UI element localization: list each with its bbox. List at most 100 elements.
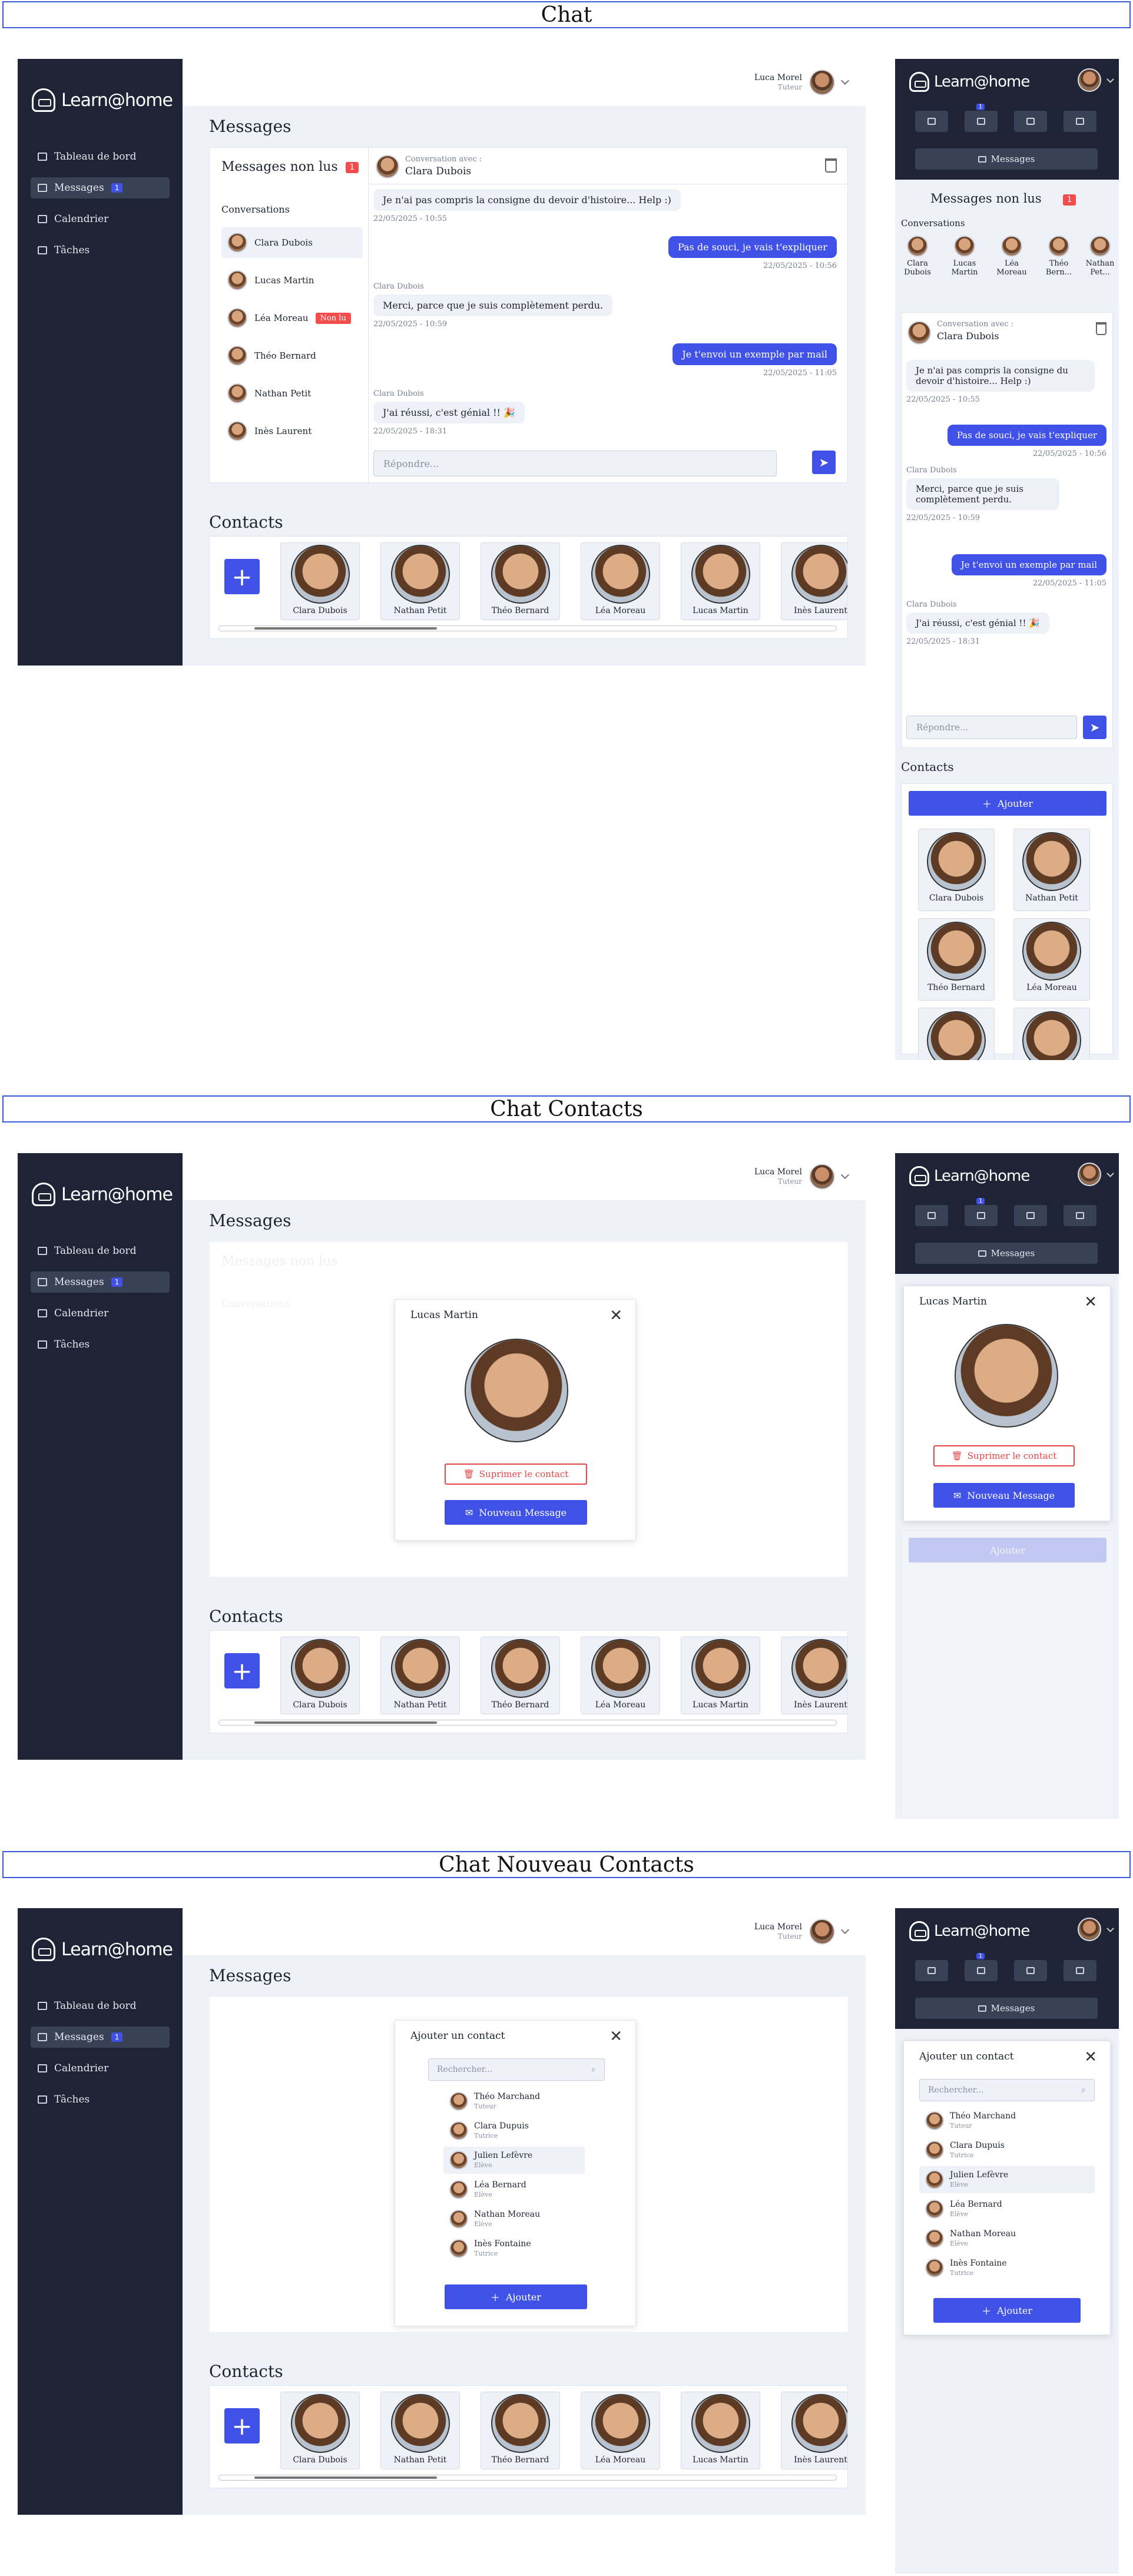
- chevron-down-icon[interactable]: [1107, 1925, 1114, 1932]
- brand-logo[interactable]: Learn@home: [32, 1938, 173, 1961]
- add-button[interactable]: ＋ Ajouter: [933, 2298, 1081, 2323]
- sidebar-item-calendar[interactable]: Calendrier: [31, 2058, 170, 2079]
- chevron-down-icon[interactable]: [1107, 75, 1114, 83]
- add-contact-button[interactable]: +: [224, 1653, 260, 1688]
- calendar-button[interactable]: [1014, 111, 1047, 132]
- brand-logo[interactable]: Learn@home: [909, 1166, 1030, 1186]
- contact-card[interactable]: Nathan Petit: [380, 542, 460, 620]
- contact-card[interactable]: Théo Bernard: [481, 1637, 560, 1714]
- sidebar-item-dashboard[interactable]: Tableau de bord: [31, 1995, 170, 2017]
- conversation-item[interactable]: Lucas Martin: [221, 265, 363, 296]
- contact-card[interactable]: Inès Laurent: [1013, 1008, 1090, 1060]
- sidebar-item-calendar[interactable]: Calendrier: [31, 1303, 170, 1324]
- contact-card[interactable]: Lucas Martin: [681, 2392, 760, 2469]
- add-contact-button[interactable]: ＋ Ajouter: [909, 791, 1107, 816]
- conversation-item[interactable]: Lucas Martin: [948, 236, 981, 277]
- list-item[interactable]: Théo Marchand Tuteur: [443, 2088, 585, 2115]
- tasks-button[interactable]: [1064, 1960, 1096, 1981]
- messages-button[interactable]: 1: [965, 1953, 998, 1981]
- new-message-button[interactable]: ✉ Nouveau Message: [933, 1483, 1075, 1508]
- calendar-button[interactable]: [1014, 1960, 1047, 1981]
- sidebar-item-dashboard[interactable]: Tableau de bord: [31, 1240, 170, 1261]
- calendar-button[interactable]: [1014, 1205, 1047, 1226]
- brand-logo[interactable]: Learn@home: [909, 1921, 1030, 1941]
- avatar[interactable]: [1078, 1163, 1101, 1186]
- conversation-item[interactable]: Clara Dubois: [901, 236, 934, 277]
- sidebar-item-messages[interactable]: Messages 1: [31, 2027, 170, 2048]
- sidebar-item-tasks[interactable]: Tâches: [31, 240, 170, 261]
- chevron-down-icon[interactable]: [840, 76, 850, 85]
- reply-input[interactable]: Répondre...: [906, 716, 1077, 739]
- chevron-down-icon[interactable]: [840, 1170, 850, 1180]
- contact-card[interactable]: Nathan Petit: [1013, 829, 1090, 911]
- close-icon[interactable]: ✕: [1084, 1294, 1097, 1310]
- contact-card[interactable]: Inès Laurent: [781, 2392, 847, 2469]
- search-input[interactable]: Rechercher... ⌕: [428, 2058, 605, 2081]
- contact-card[interactable]: Léa Moreau: [1013, 918, 1090, 1001]
- sidebar-item-messages[interactable]: Messages 1: [31, 1272, 170, 1293]
- mobile-messages-button[interactable]: Messages: [915, 148, 1098, 170]
- conversation-item[interactable]: Nathan Pet...: [1084, 236, 1117, 277]
- user-menu[interactable]: Luca Morel Tuteur: [754, 69, 850, 95]
- conversation-item[interactable]: Clara Dubois: [221, 227, 363, 258]
- horizontal-scrollbar[interactable]: [218, 625, 837, 631]
- avatar[interactable]: [1078, 1918, 1101, 1941]
- contact-card[interactable]: Lucas Martin: [681, 542, 760, 620]
- messages-button[interactable]: 1: [965, 1198, 998, 1226]
- contact-card[interactable]: Lucas Martin: [918, 1008, 995, 1060]
- brand-logo[interactable]: Learn@home: [32, 1183, 173, 1206]
- search-input[interactable]: Rechercher... ⌕: [919, 2079, 1095, 2101]
- contact-card[interactable]: Théo Bernard: [918, 918, 995, 1001]
- horizontal-scrollbar[interactable]: [218, 1720, 837, 1726]
- user-menu[interactable]: Luca Morel Tuteur: [754, 1164, 850, 1190]
- trash-icon[interactable]: [825, 158, 837, 173]
- tasks-button[interactable]: [1064, 1205, 1096, 1226]
- list-item[interactable]: Inès Fontaine Tutrice: [443, 2235, 585, 2262]
- dashboard-button[interactable]: [915, 1960, 948, 1981]
- delete-contact-button[interactable]: 🗑 Suprimer le contact: [445, 1464, 587, 1485]
- conversation-item[interactable]: Nathan Petit: [221, 378, 363, 409]
- sidebar-item-tasks[interactable]: Tâches: [31, 1334, 170, 1355]
- reply-input[interactable]: Répondre...: [373, 451, 777, 476]
- conversation-item[interactable]: Inès Laurent: [221, 416, 363, 446]
- close-icon[interactable]: ✕: [609, 2029, 622, 2044]
- send-button[interactable]: ➤: [812, 451, 836, 474]
- avatar[interactable]: [809, 1164, 835, 1190]
- trash-icon[interactable]: [1096, 322, 1107, 335]
- conversation-item[interactable]: Léa Moreau: [995, 236, 1028, 277]
- list-item[interactable]: Clara Dupuis Tutrice: [443, 2117, 585, 2144]
- sidebar-item-calendar[interactable]: Calendrier: [31, 208, 170, 230]
- contact-card[interactable]: Nathan Petit: [380, 1637, 460, 1714]
- chevron-down-icon[interactable]: [840, 1925, 850, 1935]
- tasks-button[interactable]: [1064, 111, 1096, 132]
- list-item[interactable]: Julien Lefèvre Elève: [919, 2166, 1095, 2193]
- contact-card[interactable]: Lucas Martin: [681, 1637, 760, 1714]
- sidebar-item-dashboard[interactable]: Tableau de bord: [31, 146, 170, 167]
- contact-card[interactable]: Théo Bernard: [481, 2392, 560, 2469]
- new-message-button[interactable]: ✉ Nouveau Message: [445, 1500, 587, 1525]
- avatar[interactable]: [809, 1919, 835, 1945]
- conversation-item[interactable]: Théo Bern...: [1042, 236, 1075, 277]
- dashboard-button[interactable]: [915, 1205, 948, 1226]
- contact-card[interactable]: Clara Dubois: [280, 1637, 360, 1714]
- list-item[interactable]: Léa Bernard Elève: [919, 2196, 1095, 2223]
- list-item[interactable]: Nathan Moreau Elève: [919, 2225, 1095, 2252]
- dashboard-button[interactable]: [915, 111, 948, 132]
- brand-logo[interactable]: Learn@home: [32, 88, 173, 112]
- messages-button[interactable]: 1: [965, 104, 998, 132]
- close-icon[interactable]: ✕: [609, 1308, 622, 1323]
- close-icon[interactable]: ✕: [1084, 2049, 1097, 2065]
- sidebar-item-tasks[interactable]: Tâches: [31, 2089, 170, 2110]
- conversation-item[interactable]: Théo Bernard: [221, 340, 363, 371]
- list-item[interactable]: Julien Lefèvre Elève: [443, 2147, 585, 2174]
- avatar[interactable]: [809, 69, 835, 95]
- conversation-item[interactable]: Léa Moreau Non lu: [221, 303, 363, 333]
- contact-card[interactable]: Léa Moreau: [581, 542, 660, 620]
- avatar[interactable]: [1078, 68, 1101, 92]
- sidebar-item-messages[interactable]: Messages 1: [31, 177, 170, 198]
- contact-card[interactable]: Théo Bernard: [481, 542, 560, 620]
- contact-card[interactable]: Léa Moreau: [581, 2392, 660, 2469]
- contact-card[interactable]: Léa Moreau: [581, 1637, 660, 1714]
- mobile-messages-button[interactable]: Messages: [915, 1998, 1098, 2019]
- add-contact-button[interactable]: +: [224, 2408, 260, 2443]
